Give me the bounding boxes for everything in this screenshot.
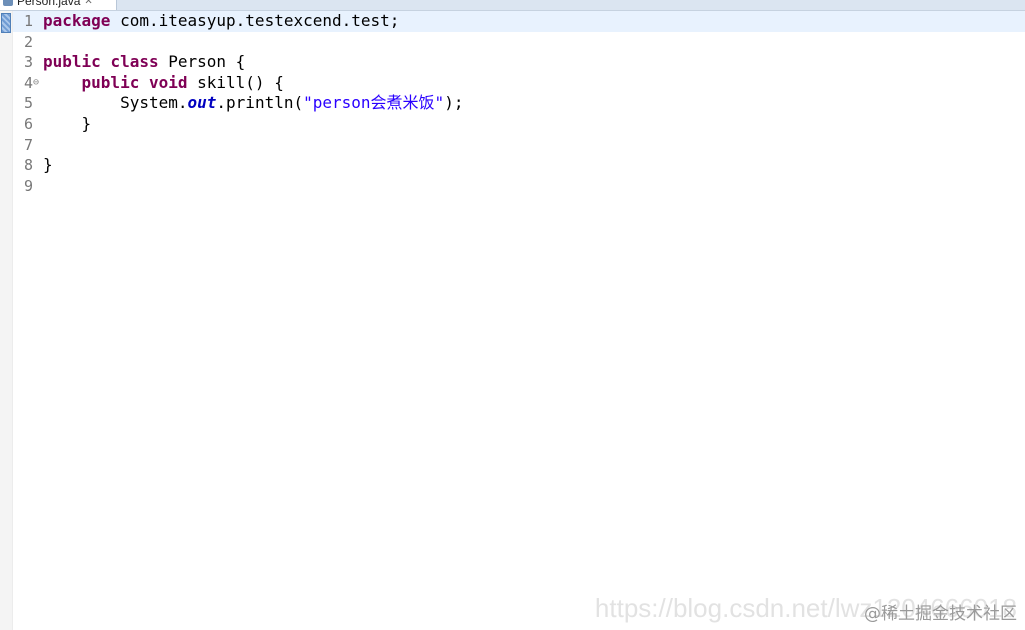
line-number: 8 [23, 156, 33, 175]
fold-gutter [33, 114, 43, 135]
line-number: 2 [23, 32, 33, 51]
fold-gutter [33, 11, 43, 32]
line-number: 9 [23, 176, 33, 195]
line-number: 5 [23, 94, 33, 113]
bookmark-marker-icon[interactable] [1, 13, 11, 33]
editor-tab-bar: Person.java ✕ [0, 0, 1025, 11]
code-text: package com.iteasyup.testexcend.test; [43, 11, 1025, 32]
java-file-icon [3, 0, 13, 6]
keyword-token: public [81, 72, 140, 92]
fold-toggle-icon[interactable]: ⊖ [33, 73, 43, 94]
code-text: } [43, 155, 1025, 176]
code-text: public class Person { [43, 52, 1025, 73]
line-number: 1 [23, 12, 33, 30]
field-token: out [187, 93, 217, 113]
code-text: public void skill() { [43, 73, 1025, 94]
fold-gutter [33, 52, 43, 73]
code-line[interactable]: 6 } [13, 114, 1025, 135]
keyword-token: class [110, 52, 159, 72]
code-line[interactable]: 3 public class Person { [13, 52, 1025, 73]
eclipse-editor-window: Person.java ✕ 1 package com.iteasyup.test… [0, 0, 1025, 630]
code-text: } [43, 114, 1025, 135]
code-line[interactable]: 7 [13, 135, 1025, 156]
code-token: Person { [158, 52, 246, 72]
code-line[interactable]: 5 System.out.println("person会煮米饭"); [13, 93, 1025, 114]
line-number: 6 [23, 114, 33, 133]
code-line[interactable]: 4 ⊖ public void skill() { [13, 73, 1025, 94]
fold-gutter [33, 93, 43, 114]
code-line[interactable]: 9 [13, 176, 1025, 197]
fold-gutter [33, 176, 43, 197]
watermark-tag: @稀土掘金技术社区 [864, 604, 1017, 624]
code-token: System. [43, 93, 188, 113]
code-token: skill() { [187, 72, 284, 92]
code-text: System.out.println("person会煮米饭"); [43, 93, 1025, 114]
code-token: } [43, 113, 92, 133]
keyword-token: void [148, 72, 188, 92]
code-token: ); [444, 93, 464, 113]
fold-gutter [33, 32, 43, 53]
string-token: "person会煮米饭" [303, 93, 445, 113]
code-editor[interactable]: 1 package com.iteasyup.testexcend.test; 2 3… [13, 11, 1025, 630]
code-token: com.iteasyup.testexcend.test; [110, 11, 400, 30]
code-token: } [43, 155, 53, 175]
tab-person-java[interactable]: Person.java ✕ [0, 0, 117, 10]
fold-gutter [33, 155, 43, 176]
code-line[interactable]: 2 [13, 32, 1025, 53]
code-line[interactable]: 1 package com.iteasyup.testexcend.test; [13, 11, 1025, 32]
keyword-token: public [43, 52, 101, 72]
tab-title: Person.java [17, 0, 81, 8]
keyword-token: package [43, 11, 111, 30]
code-line[interactable]: 8} [13, 155, 1025, 176]
line-number: 4 [23, 73, 33, 92]
line-number: 3 [23, 53, 33, 72]
left-ruler [0, 11, 13, 630]
code-token: .println( [216, 93, 304, 113]
fold-gutter [33, 135, 43, 156]
line-number: 7 [23, 135, 33, 154]
close-icon[interactable]: ✕ [84, 0, 92, 7]
